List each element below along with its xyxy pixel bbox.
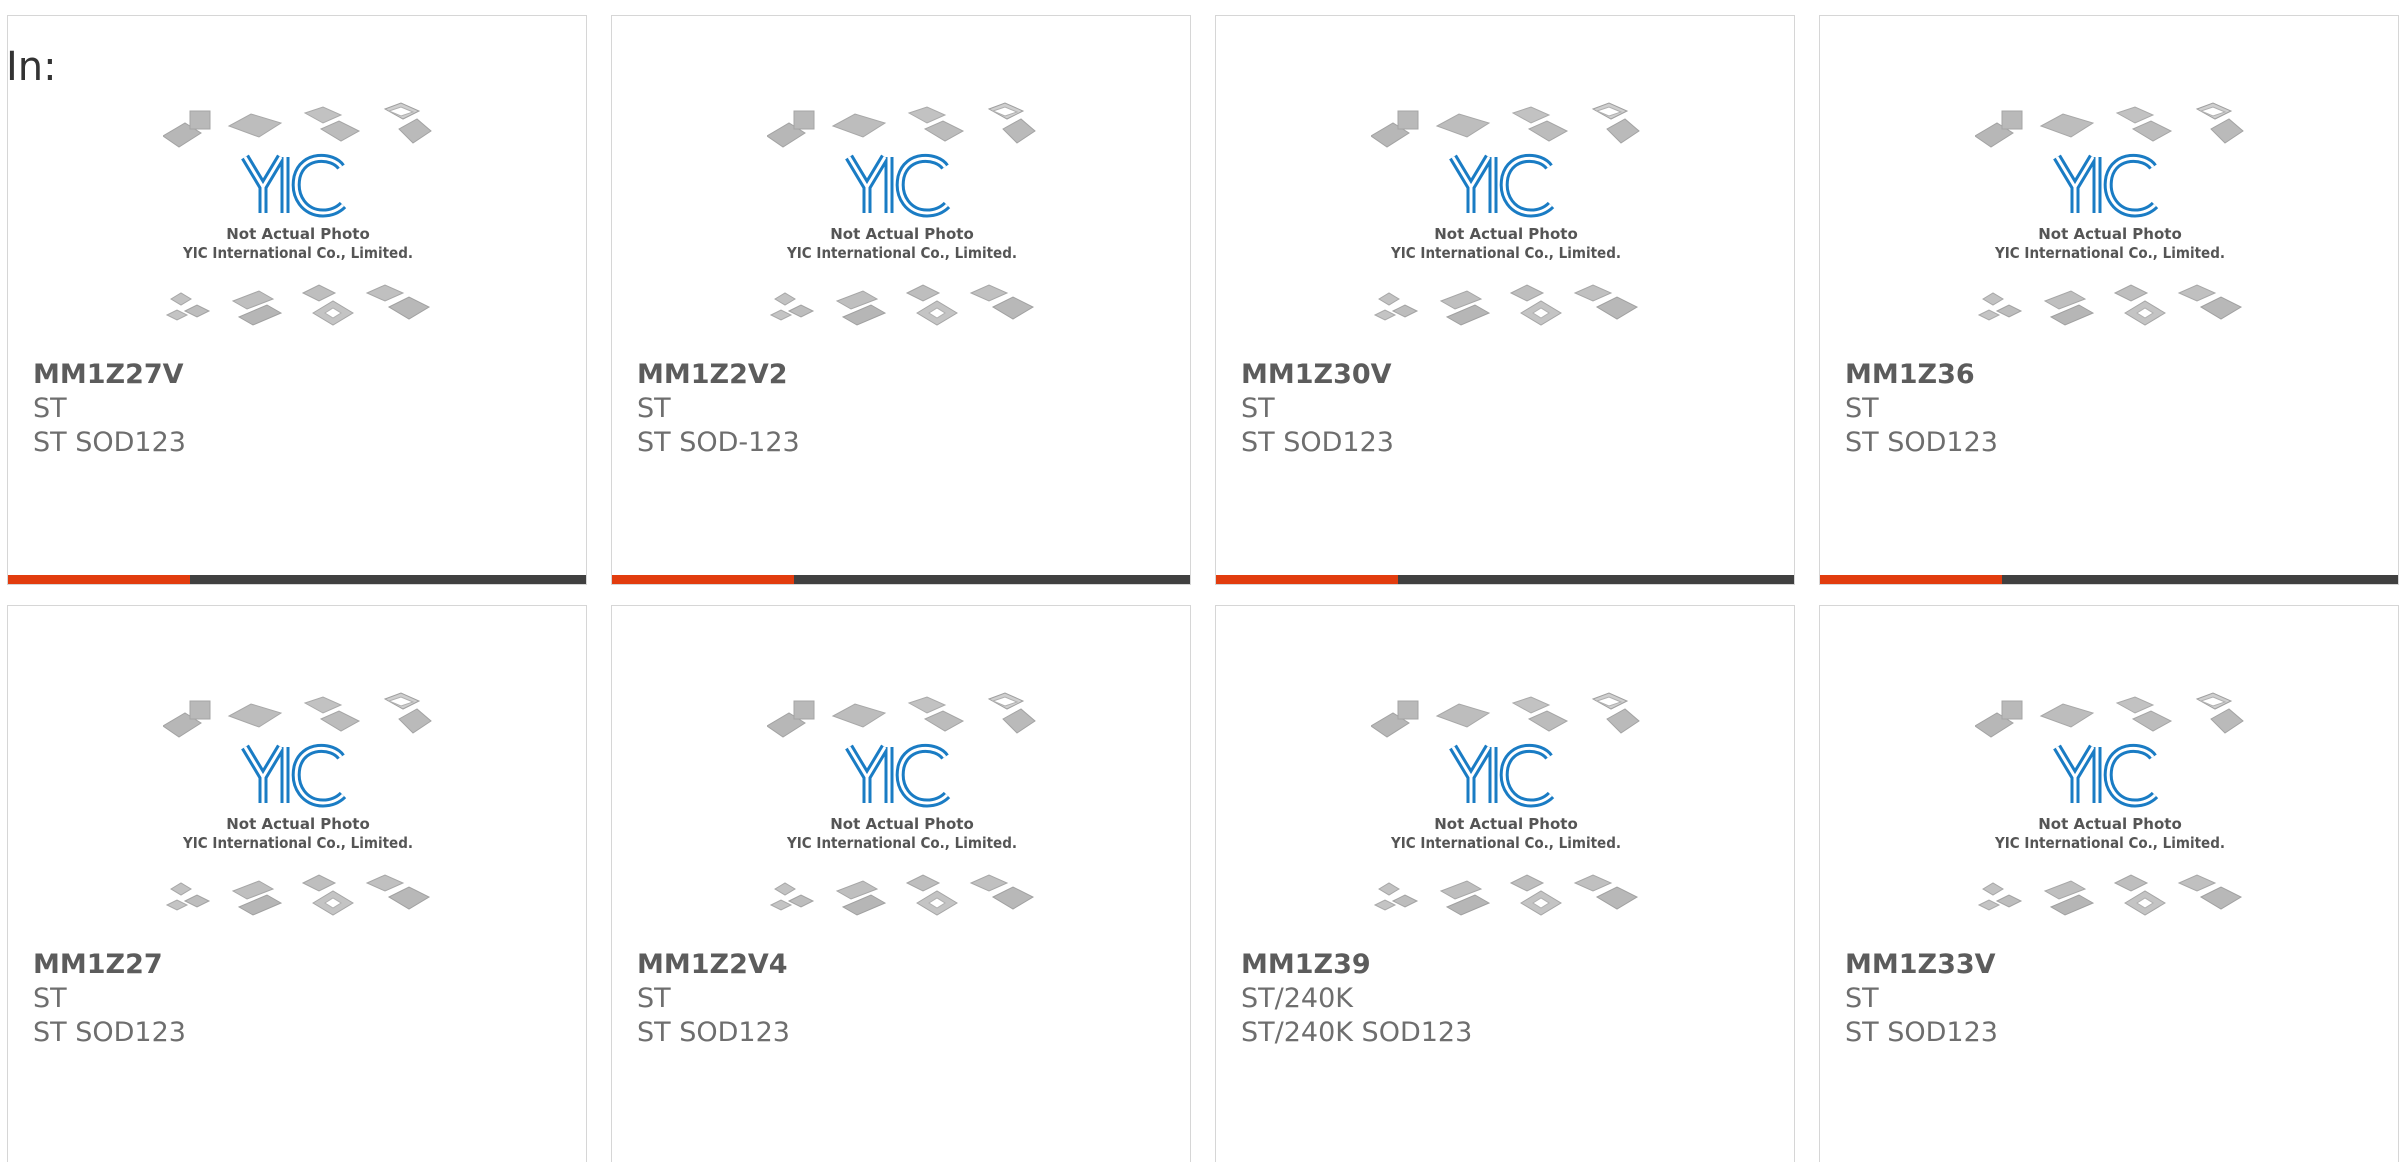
photo-caption-line2: YIC International Co., Limited. <box>786 834 1017 852</box>
photo-caption-line2: YIC International Co., Limited. <box>786 244 1017 262</box>
photo-caption-line2: YIC International Co., Limited. <box>1994 834 2225 852</box>
product-photo[interactable]: Not Actual Photo YIC International Co., L… <box>1371 101 1641 351</box>
card-accent-bar <box>8 575 190 584</box>
brand-label: ST <box>1845 983 1879 1014</box>
placeholder-photo: Not Actual PhotoYIC International Co., L… <box>767 102 1036 326</box>
photo-caption-line1: Not Actual Photo <box>1434 225 1578 243</box>
package-label: ST SOD123 <box>33 427 186 458</box>
card-footer-bar <box>612 575 1190 584</box>
placeholder-photo: Not Actual PhotoYIC International Co., L… <box>163 102 432 326</box>
brand-label: ST <box>1241 393 1275 424</box>
photo-caption-line1: Not Actual Photo <box>830 225 974 243</box>
yic-logo-icon <box>241 743 347 808</box>
part-number-link[interactable]: MM1Z2V4 <box>637 948 790 982</box>
part-number-link[interactable]: MM1Z27V <box>33 358 186 392</box>
yic-logo-icon <box>2053 153 2159 218</box>
product-photo[interactable]: Not Actual Photo YIC International Co., L… <box>163 101 433 351</box>
placeholder-photo: Not Actual PhotoYIC International Co., L… <box>1975 692 2244 916</box>
brand-label: ST <box>33 393 67 424</box>
brand-label: ST/240K <box>1241 983 1353 1014</box>
package-label: ST SOD123 <box>1845 1017 1998 1048</box>
product-card[interactable]: Not Actual Photo YIC International Co., L… <box>7 15 587 585</box>
part-number-link[interactable]: MM1Z36 <box>1845 358 1998 392</box>
placeholder-photo: Not Actual PhotoYIC International Co., L… <box>1975 102 2244 326</box>
product-photo[interactable]: Not Actual Photo YIC International Co., L… <box>1975 691 2245 941</box>
yic-logo-icon <box>845 743 951 808</box>
yic-logo-icon <box>1449 153 1555 218</box>
brand-label: ST <box>33 983 67 1014</box>
product-grid-page: In: Not Actual Photo YIC International Co… <box>0 0 2400 1162</box>
photo-caption-line1: Not Actual Photo <box>1434 815 1578 833</box>
product-card[interactable]: Not Actual Photo YIC International Co., L… <box>611 605 1191 1162</box>
package-label: ST SOD123 <box>1241 427 1394 458</box>
placeholder-photo: Not Actual PhotoYIC International Co., L… <box>1371 102 1640 326</box>
brand-label: ST <box>1845 393 1879 424</box>
photo-caption-line2: YIC International Co., Limited. <box>1390 244 1621 262</box>
part-number-link[interactable]: MM1Z30V <box>1241 358 1394 392</box>
brand-label: ST <box>637 393 671 424</box>
part-number-link[interactable]: MM1Z27 <box>33 948 186 982</box>
photo-caption-line1: Not Actual Photo <box>226 815 370 833</box>
product-photo[interactable]: Not Actual Photo YIC International Co., L… <box>163 691 433 941</box>
product-card[interactable]: Not Actual Photo YIC International Co., L… <box>7 605 587 1162</box>
card-footer-bar <box>1820 575 2398 584</box>
photo-caption-line1: Not Actual Photo <box>830 815 974 833</box>
placeholder-photo: Not Actual PhotoYIC International Co., L… <box>1371 692 1640 916</box>
product-card[interactable]: Not Actual Photo YIC International Co., L… <box>611 15 1191 585</box>
product-card[interactable]: Not Actual Photo YIC International Co., L… <box>1819 605 2399 1162</box>
product-photo[interactable]: Not Actual Photo YIC International Co., L… <box>1975 101 2245 351</box>
package-label: ST SOD123 <box>1845 427 1998 458</box>
photo-caption-line1: Not Actual Photo <box>2038 225 2182 243</box>
photo-caption-line1: Not Actual Photo <box>226 225 370 243</box>
placeholder-photo: Not Actual PhotoYIC International Co., L… <box>767 692 1036 916</box>
package-label: ST/240K SOD123 <box>1241 1017 1473 1048</box>
photo-caption-line2: YIC International Co., Limited. <box>1390 834 1621 852</box>
package-label: ST SOD-123 <box>637 427 800 458</box>
placeholder-photo: Not Actual PhotoYIC International Co., L… <box>163 692 432 916</box>
product-photo[interactable]: Not Actual Photo YIC International Co., L… <box>767 691 1037 941</box>
card-footer-bar <box>8 575 586 584</box>
part-number-link[interactable]: MM1Z33V <box>1845 948 1998 982</box>
product-photo[interactable]: Not Actual Photo YIC International Co., L… <box>1371 691 1641 941</box>
package-label: ST SOD123 <box>33 1017 186 1048</box>
card-accent-bar <box>1820 575 2002 584</box>
yic-logo-icon <box>1449 743 1555 808</box>
part-number-link[interactable]: MM1Z2V2 <box>637 358 800 392</box>
yic-logo-icon <box>241 153 347 218</box>
product-card[interactable]: Not Actual Photo YIC International Co., L… <box>1215 605 1795 1162</box>
part-number-link[interactable]: MM1Z39 <box>1241 948 1472 982</box>
photo-caption-line2: YIC International Co., Limited. <box>182 244 413 262</box>
card-footer-bar <box>1216 575 1794 584</box>
yic-logo-icon <box>845 153 951 218</box>
card-accent-bar <box>612 575 794 584</box>
photo-caption-line1: Not Actual Photo <box>2038 815 2182 833</box>
in-label: In: <box>6 44 57 90</box>
brand-label: ST <box>637 983 671 1014</box>
photo-caption-line2: YIC International Co., Limited. <box>1994 244 2225 262</box>
card-accent-bar <box>1216 575 1398 584</box>
package-label: ST SOD123 <box>637 1017 790 1048</box>
product-card[interactable]: Not Actual Photo YIC International Co., L… <box>1215 15 1795 585</box>
product-card[interactable]: Not Actual Photo YIC International Co., L… <box>1819 15 2399 585</box>
photo-caption-line2: YIC International Co., Limited. <box>182 834 413 852</box>
product-photo[interactable]: Not Actual Photo YIC International Co., L… <box>767 101 1037 351</box>
yic-logo-icon <box>2053 743 2159 808</box>
